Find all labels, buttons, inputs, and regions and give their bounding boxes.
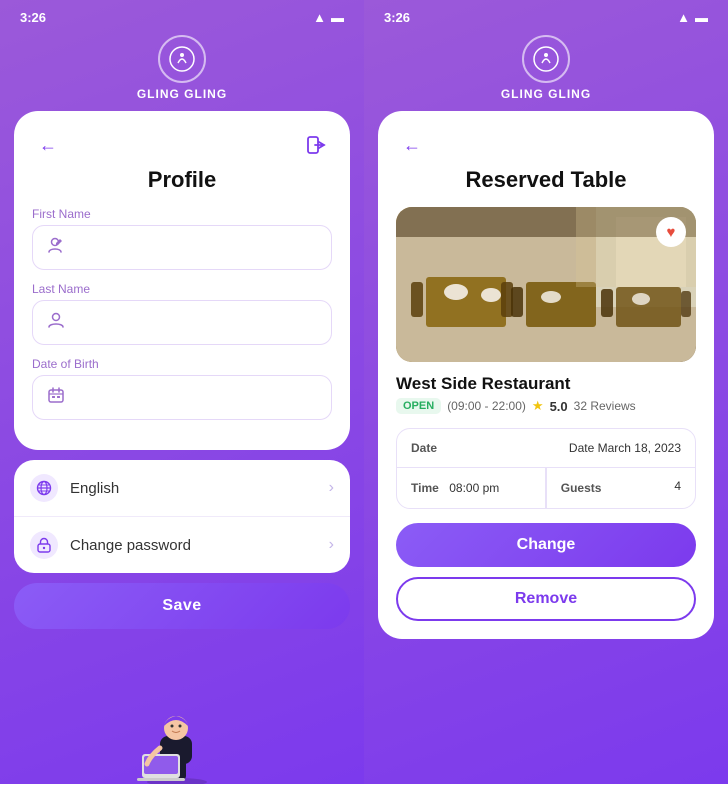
- language-setting[interactable]: English ›: [14, 460, 350, 517]
- first-name-label: First Name: [32, 207, 332, 221]
- change-button[interactable]: Change: [396, 523, 696, 567]
- first-name-input-wrapper: [32, 225, 332, 270]
- last-name-label: Last Name: [32, 282, 332, 296]
- restaurant-image: ♥: [396, 207, 696, 362]
- app-header-left: GLING GLING: [137, 31, 227, 111]
- reserved-card-nav: ←: [396, 129, 696, 161]
- right-panel: 3:26 ▲ ▬ GLING GLING ← Reserved Table: [364, 0, 728, 784]
- last-name-field[interactable]: [73, 315, 317, 331]
- dob-input-wrapper: [32, 375, 332, 420]
- date-cell: Date: [397, 429, 546, 467]
- chevron-right-icon-password: ›: [329, 536, 334, 554]
- change-password-label: Change password: [70, 537, 329, 554]
- booking-details: Date Date March 18, 2023 Time 08:00 pm G…: [396, 428, 696, 509]
- dob-group: Date of Birth: [32, 357, 332, 420]
- dob-field[interactable]: [73, 390, 317, 406]
- logout-button[interactable]: [300, 129, 332, 161]
- globe-icon: [30, 474, 58, 502]
- time-guests-row: Time 08:00 pm Guests 4: [397, 468, 695, 508]
- date-value: Date March 18, 2023: [569, 441, 681, 455]
- battery-icon: ▬: [331, 10, 344, 25]
- back-button-left[interactable]: ←: [32, 129, 64, 161]
- status-icons-right: ▲ ▬: [677, 10, 708, 25]
- left-panel: 3:26 ▲ ▬ GLING GLING ←: [0, 0, 364, 784]
- app-name-left: GLING GLING: [137, 87, 227, 101]
- restaurant-photo-svg: [396, 207, 696, 362]
- logo-icon-right: [532, 45, 560, 73]
- person-svg: [47, 311, 65, 329]
- guests-label: Guests: [561, 481, 602, 495]
- person-icon: [47, 311, 65, 334]
- illustration: [122, 704, 242, 784]
- battery-icon-right: ▬: [695, 10, 708, 25]
- globe-svg: [36, 480, 52, 496]
- status-bar-left: 3:26 ▲ ▬: [0, 0, 364, 31]
- first-name-field[interactable]: [73, 240, 317, 256]
- last-name-input-wrapper: [32, 300, 332, 345]
- favorite-button[interactable]: ♥: [656, 217, 686, 247]
- status-icons-left: ▲ ▬: [313, 10, 344, 25]
- status-bar-right: 3:26 ▲ ▬: [364, 0, 728, 31]
- guests-cell: Guests 4: [547, 469, 695, 507]
- date-row: Date Date March 18, 2023: [397, 429, 695, 468]
- profile-card-nav: ←: [32, 129, 332, 161]
- first-name-group: First Name: [32, 207, 332, 270]
- lock-svg: [37, 537, 51, 553]
- wifi-icon: ▲: [313, 10, 326, 25]
- calendar-icon: [47, 386, 65, 409]
- reserved-title: Reserved Table: [396, 167, 696, 193]
- reserved-card-inner: ← Reserved Table: [378, 111, 714, 639]
- time-cell: Time 08:00 pm: [397, 469, 545, 507]
- change-password-setting[interactable]: Change password ›: [14, 517, 350, 573]
- profile-title: Profile: [32, 167, 332, 193]
- guests-value: 4: [674, 479, 681, 493]
- rating-value: 5.0: [550, 399, 568, 414]
- chevron-right-icon-language: ›: [329, 479, 334, 497]
- person-edit-svg: [47, 236, 65, 254]
- reviews-count: 32 Reviews: [574, 399, 636, 413]
- wifi-icon-right: ▲: [677, 10, 690, 25]
- logout-icon: [305, 134, 327, 156]
- app-header-right: GLING GLING: [501, 31, 591, 111]
- save-button[interactable]: Save: [14, 583, 350, 629]
- open-status: OPEN: [396, 398, 441, 414]
- star-icon: ★: [532, 398, 544, 414]
- logo-circle-right: [522, 35, 570, 83]
- hours: (09:00 - 22:00): [447, 399, 526, 413]
- time-left: 3:26: [20, 10, 46, 25]
- date-value-cell: Date March 18, 2023: [546, 429, 695, 467]
- calendar-svg: [47, 386, 65, 404]
- time-right: 3:26: [384, 10, 410, 25]
- lock-icon: [30, 531, 58, 559]
- dob-label: Date of Birth: [32, 357, 332, 371]
- back-button-right[interactable]: ←: [396, 129, 428, 161]
- reserved-table-card: ← Reserved Table: [378, 111, 714, 639]
- restaurant-meta: OPEN (09:00 - 22:00) ★ 5.0 32 Reviews: [396, 398, 696, 414]
- restaurant-name: West Side Restaurant: [396, 374, 696, 394]
- profile-card: ← Profile First Name: [14, 111, 350, 450]
- remove-button[interactable]: Remove: [396, 577, 696, 621]
- logo-icon-left: [168, 45, 196, 73]
- logo-circle-left: [158, 35, 206, 83]
- language-label: English: [70, 480, 329, 497]
- time-value: 08:00 pm: [449, 481, 499, 495]
- settings-card: English › Change password ›: [14, 460, 350, 573]
- date-label: Date: [411, 441, 437, 455]
- person-illustration: [122, 704, 232, 784]
- last-name-group: Last Name: [32, 282, 332, 345]
- person-edit-icon: [47, 236, 65, 259]
- time-label: Time: [411, 481, 439, 495]
- app-name-right: GLING GLING: [501, 87, 591, 101]
